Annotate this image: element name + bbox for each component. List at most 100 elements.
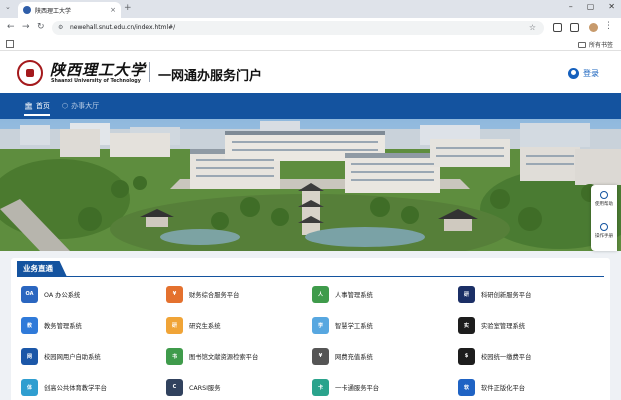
logo-divider	[149, 62, 150, 82]
service-item[interactable]: ¥ 网费充值系统	[312, 346, 373, 366]
graduate-icon: 研	[166, 316, 183, 334]
close-window-icon[interactable]: ✕	[608, 2, 615, 11]
apps-grid-icon[interactable]	[6, 40, 14, 48]
service-item[interactable]: 书图书馆文献资源检索平台	[166, 346, 258, 366]
new-tab-button[interactable]: +	[124, 3, 132, 13]
back-icon[interactable]: ←	[7, 22, 15, 32]
forward-icon[interactable]: →	[22, 22, 30, 32]
url-text: newehall.snut.edu.cn/index.html#/	[70, 24, 176, 31]
all-bookmarks-label: 所有书签	[588, 42, 613, 49]
nav-home[interactable]: 🏛 首页	[24, 93, 50, 119]
service-item[interactable]: 软软件正版化平台	[458, 377, 525, 397]
compass-icon	[600, 191, 608, 199]
service-item[interactable]: 人人事管理系统	[312, 284, 373, 304]
address-bar[interactable]: ⚙ newehall.snut.edu.cn/index.html#/ ☆	[52, 21, 544, 35]
service-label: 智慧学工系统	[335, 322, 373, 330]
research-icon: 研	[458, 285, 475, 303]
cube-icon: ⬡	[62, 102, 69, 110]
minimize-icon[interactable]: –	[569, 2, 573, 11]
tab-close-icon[interactable]: ×	[110, 6, 116, 14]
site-header: 陕西理工大学 Shaanxi University of Technology …	[0, 51, 621, 93]
nav-service-hall[interactable]: ⬡ 办事大厅	[62, 93, 99, 119]
site-favicon-icon	[23, 6, 31, 14]
login-button[interactable]: 登录	[568, 68, 599, 79]
card-icon: 卡	[312, 378, 329, 396]
service-label: 校园网用户自助系统	[44, 353, 101, 361]
service-item[interactable]: ¥ 财务综合服务平台	[166, 284, 239, 304]
service-item[interactable]: 教教务管理系统	[21, 315, 82, 335]
reload-icon[interactable]: ↻	[37, 22, 45, 32]
extensions-puzzle-icon[interactable]	[570, 23, 579, 32]
browser-toolbar: ← → ↻ ⚙ newehall.snut.edu.cn/index.html#…	[0, 18, 621, 38]
service-label: 网费充值系统	[335, 353, 373, 361]
service-item[interactable]: 研科研创新服务平台	[458, 284, 531, 304]
section-divider	[17, 276, 604, 277]
service-label: 一卡通服务平台	[335, 384, 380, 392]
service-item[interactable]: 网校园网用户自助系统	[21, 346, 101, 366]
all-bookmarks-button[interactable]: 所有书签	[577, 40, 613, 49]
page-viewport: 陕西理工大学 Shaanxi University of Technology …	[0, 51, 621, 400]
folder-icon	[577, 42, 586, 48]
service-item[interactable]: OA OA 办公系统	[21, 284, 80, 304]
sports-icon: 体	[21, 378, 38, 396]
tab-search-icon[interactable]: ⌄	[5, 3, 11, 11]
browser-menu-icon[interactable]: ⋮	[604, 21, 613, 31]
carsi-icon: C	[166, 378, 183, 396]
main-nav: 🏛 首页 ⬡ 办事大厅	[0, 93, 621, 119]
service-label: 图书馆文献资源检索平台	[189, 353, 259, 361]
service-item[interactable]: $ 校园统一缴费平台	[458, 346, 531, 366]
university-name-cn: 陕西理工大学	[50, 61, 147, 79]
window-controls: – ▢ ✕	[569, 2, 615, 11]
service-item[interactable]: 学智慧学工系统	[312, 315, 373, 335]
finance-icon: ¥	[166, 285, 183, 303]
service-label: 校园统一缴费平台	[481, 353, 532, 361]
manual-button[interactable]: 操作手册	[591, 223, 617, 239]
service-item[interactable]: 研研究生系统	[166, 315, 220, 335]
floating-side-panel: 使用帮助 操作手册	[591, 185, 617, 251]
browser-tab-strip: ⌄ 陕西理工大学 × + – ▢ ✕	[0, 0, 621, 18]
profile-avatar-icon[interactable]	[589, 23, 598, 32]
network-icon: 网	[21, 347, 38, 365]
campus-aerial-photo	[0, 119, 621, 251]
service-label: CARSI服务	[189, 384, 221, 392]
business-section: 业务直通 OA OA 办公系统 ¥ 财务综合服务平台 人人事管理系统 研科研创新服务平台教…	[11, 258, 610, 400]
bookmark-star-icon[interactable]: ☆	[529, 21, 536, 35]
campus-banner-image	[0, 119, 621, 251]
browser-tab[interactable]: 陕西理工大学 ×	[18, 2, 121, 18]
manual-label: 操作手册	[595, 234, 613, 239]
extension-icon[interactable]	[553, 23, 562, 32]
tab-title: 陕西理工大学	[35, 7, 72, 15]
maximize-icon[interactable]: ▢	[587, 2, 595, 11]
service-item[interactable]: C CARSI服务	[166, 377, 221, 397]
student-affairs-icon: 学	[312, 316, 329, 334]
service-item[interactable]: 实实验室管理系统	[458, 315, 525, 335]
university-name-en: Shaanxi University of Technology	[51, 79, 141, 84]
service-label: 软件正版化平台	[481, 384, 526, 392]
university-emblem-logo	[17, 60, 43, 86]
service-label: 教务管理系统	[44, 322, 82, 330]
bank-icon: 🏛	[24, 102, 33, 110]
lab-icon: 实	[458, 316, 475, 334]
business-section-title: 业务直通	[17, 261, 67, 277]
software-icon: 软	[458, 378, 475, 396]
academic-icon: 教	[21, 316, 38, 334]
service-label: 实验室管理系统	[481, 322, 526, 330]
login-label: 登录	[583, 69, 599, 78]
service-label: 财务综合服务平台	[189, 291, 240, 299]
service-item[interactable]: 体创高公共体育教学平台	[21, 377, 107, 397]
service-label: 人事管理系统	[335, 291, 373, 299]
bookmarks-bar: 所有书签	[0, 38, 621, 51]
site-info-icon[interactable]: ⚙	[58, 21, 63, 35]
service-label: 创高公共体育教学平台	[44, 384, 107, 392]
help-button[interactable]: 使用帮助	[591, 191, 617, 207]
nav-service-hall-label: 办事大厅	[71, 102, 100, 110]
service-item[interactable]: 卡一卡通服务平台	[312, 377, 379, 397]
service-label: 研究生系统	[189, 322, 221, 330]
manual-icon	[600, 223, 608, 231]
help-label: 使用帮助	[595, 202, 613, 207]
user-icon	[568, 68, 579, 79]
oa-icon: OA	[21, 285, 38, 303]
nav-home-label: 首页	[35, 102, 50, 110]
service-label: OA 办公系统	[44, 291, 81, 299]
recharge-icon: ¥	[312, 347, 329, 365]
